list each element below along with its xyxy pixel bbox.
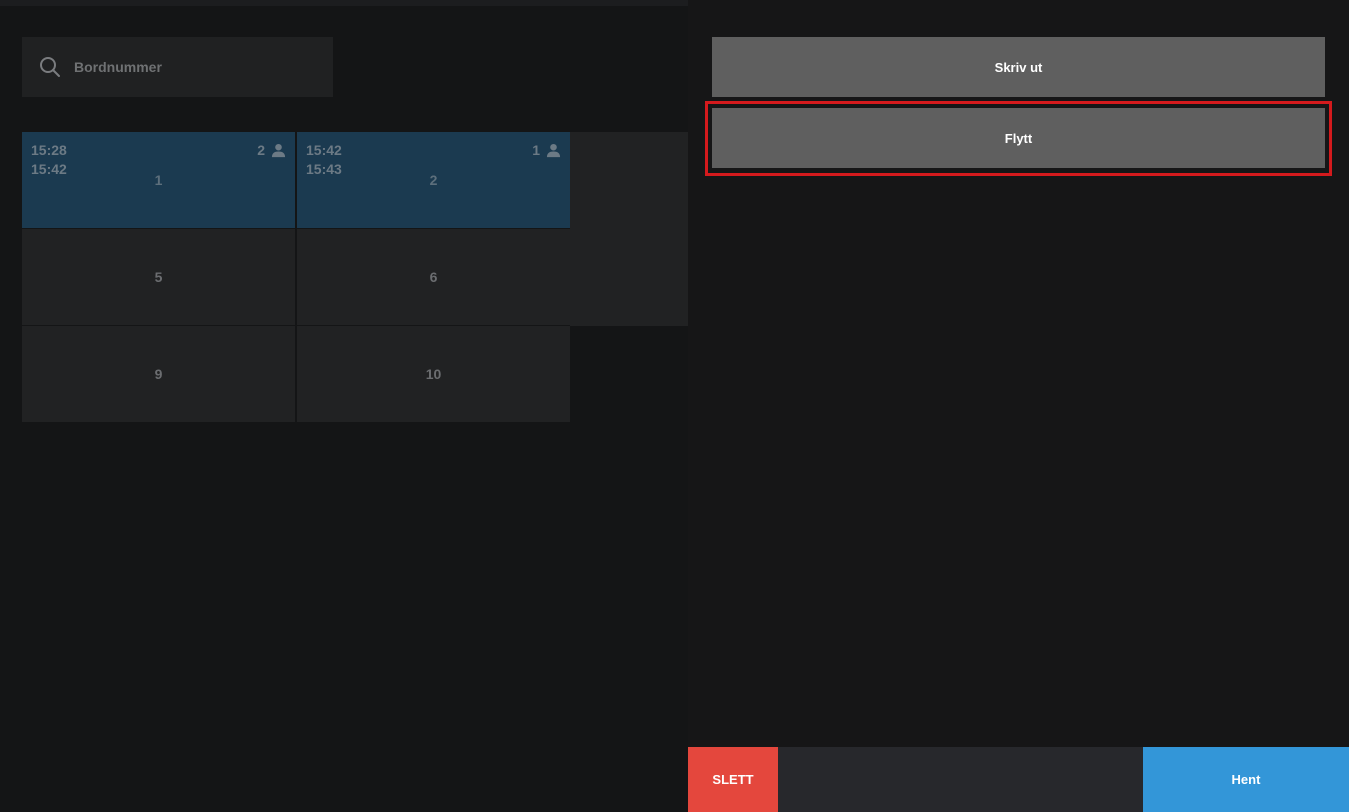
table-number: 10 xyxy=(425,366,442,382)
search-icon xyxy=(40,57,60,77)
table-number: 6 xyxy=(429,269,438,285)
table-actions-panel: Skriv ut Flytt SLETT Hent xyxy=(688,0,1349,812)
table-number: 2 xyxy=(429,172,438,188)
table-number: 9 xyxy=(154,366,163,382)
delete-button[interactable]: SLETT xyxy=(688,747,778,812)
table-6[interactable]: 6 xyxy=(297,229,570,325)
table-number: 5 xyxy=(154,269,163,285)
table-number-input[interactable] xyxy=(72,58,312,76)
table-10[interactable]: 10 xyxy=(297,326,570,422)
table-start-time: 15:28 xyxy=(31,142,67,158)
table-1[interactable]: 15:28 15:42 2 1 xyxy=(22,132,295,228)
person-icon xyxy=(546,143,561,157)
table-start-time: 15:42 xyxy=(306,142,342,158)
person-icon xyxy=(271,143,286,157)
table-5[interactable]: 5 xyxy=(22,229,295,325)
table-2[interactable]: 15:42 15:43 1 2 xyxy=(297,132,570,228)
guest-count: 1 xyxy=(532,142,561,158)
guest-count-value: 1 xyxy=(532,142,540,158)
table-number: 1 xyxy=(154,172,163,188)
action-footer: SLETT Hent xyxy=(688,747,1349,812)
guest-count: 2 xyxy=(257,142,286,158)
print-button[interactable]: Skriv ut xyxy=(712,37,1325,97)
table-overview-pane: 15:28 15:42 2 1 15:42 15:43 1 xyxy=(0,6,700,812)
guest-count-value: 2 xyxy=(257,142,265,158)
move-button[interactable]: Flytt xyxy=(712,108,1325,168)
table-partial[interactable] xyxy=(570,132,700,326)
table-9[interactable]: 9 xyxy=(22,326,295,422)
fetch-button[interactable]: Hent xyxy=(1143,747,1349,812)
table-search[interactable] xyxy=(22,37,333,97)
